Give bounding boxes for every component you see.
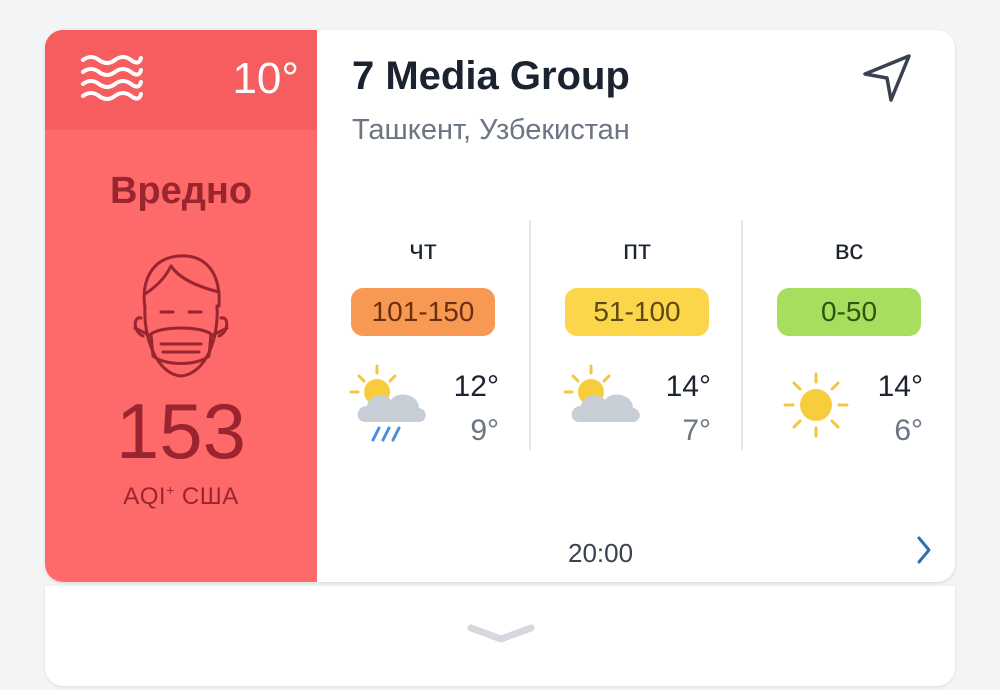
face-mask-icon bbox=[127, 248, 235, 389]
aqi-status-label: Вредно bbox=[109, 170, 253, 212]
aqi-widget-card[interactable]: 10° Вредно 153 AQI+ США 7 Media Group Та bbox=[45, 30, 955, 582]
forecast-low-temp: 9° bbox=[470, 414, 499, 447]
forecast-day[interactable]: чт 101-150 12° 9° bbox=[317, 220, 529, 450]
sun-cloud-icon bbox=[563, 364, 645, 451]
forecast-day-name: вс bbox=[834, 234, 864, 265]
aqi-value: 153 bbox=[115, 387, 247, 475]
forecast-row: чт 101-150 12° 9° пт 51-100 14° 7° вс 0-… bbox=[317, 220, 955, 450]
station-location: Ташкент, Узбекистан bbox=[352, 114, 630, 146]
forecast-high-temp: 12° bbox=[453, 370, 499, 403]
forecast-day-name: пт bbox=[623, 234, 651, 265]
location-arrow-icon[interactable] bbox=[861, 52, 913, 109]
aqi-range-badge: 101-150 bbox=[351, 288, 495, 336]
forecast-day-name: чт bbox=[409, 234, 437, 265]
aqi-panel-header: 10° bbox=[45, 30, 317, 130]
current-temperature: 10° bbox=[232, 54, 299, 103]
aqi-unit-label: AQI+ США bbox=[123, 482, 239, 510]
aqi-range-badge: 51-100 bbox=[565, 288, 709, 336]
aqi-range-badge: 0-50 bbox=[777, 288, 921, 336]
station-name[interactable]: 7 Media Group bbox=[352, 54, 630, 99]
wind-waves-icon bbox=[79, 52, 143, 109]
sun-icon bbox=[775, 364, 857, 451]
forecast-high-temp: 14° bbox=[665, 370, 711, 403]
forecast-high-temp: 14° bbox=[877, 370, 923, 403]
sun-cloud-rain-icon bbox=[349, 364, 431, 451]
forecast-day[interactable]: пт 51-100 14° 7° bbox=[529, 220, 743, 450]
aqi-panel[interactable]: 10° Вредно 153 AQI+ США bbox=[45, 30, 317, 582]
forecast-day[interactable]: вс 0-50 14° 6° bbox=[741, 220, 955, 450]
forecast-low-temp: 7° bbox=[682, 414, 711, 447]
update-time: 20:00 bbox=[568, 538, 634, 568]
expand-bar[interactable] bbox=[45, 586, 955, 686]
forecast-low-temp: 6° bbox=[894, 414, 923, 447]
chevron-down-icon[interactable] bbox=[465, 622, 537, 651]
chevron-right-icon[interactable] bbox=[913, 534, 935, 571]
